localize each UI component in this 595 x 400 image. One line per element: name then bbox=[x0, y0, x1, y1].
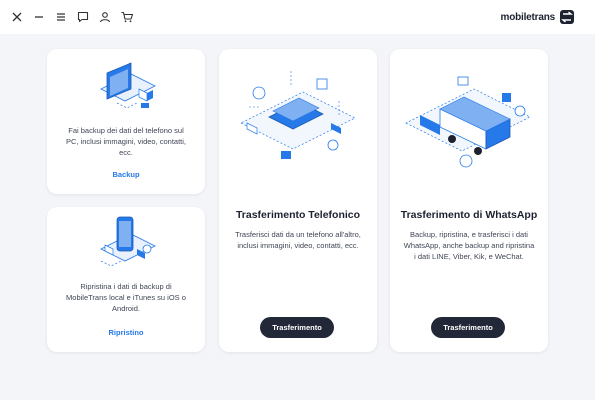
restore-link[interactable]: Ripristino bbox=[47, 328, 205, 337]
feedback-icon bbox=[77, 11, 89, 23]
brand-name: mobiletrans bbox=[500, 11, 556, 23]
close-button[interactable] bbox=[6, 7, 28, 27]
phone-restore-illustration bbox=[100, 216, 156, 267]
menu-icon bbox=[57, 13, 65, 21]
whatsapp-transfer-card[interactable]: Trasferimento di WhatsApp Backup, ripris… bbox=[390, 49, 548, 352]
cart-button[interactable] bbox=[116, 7, 138, 27]
restore-description: Ripristina i dati di backup di MobileTra… bbox=[66, 282, 186, 313]
window-controls bbox=[6, 7, 138, 27]
whatsapp-transfer-title: Trasferimento di WhatsApp bbox=[400, 209, 538, 221]
backup-description: Fai backup dei dati del telefono sul PC,… bbox=[65, 126, 187, 157]
whatsapp-transfer-button[interactable]: Trasferimento bbox=[431, 317, 505, 338]
whatsapp-transfer-description: Backup, ripristina, e trasferisci i dati… bbox=[403, 230, 535, 261]
phone-transfer-button[interactable]: Trasferimento bbox=[260, 317, 334, 338]
minimize-icon bbox=[35, 16, 43, 18]
brand: mobiletrans bbox=[501, 9, 575, 25]
phone-transfer-card[interactable]: Trasferimento Telefonico Trasferisci dat… bbox=[219, 49, 377, 352]
phone-transfer-title: Trasferimento Telefonico bbox=[235, 209, 361, 221]
phone-transfer-description: Trasferisci dati da un telefono all'altr… bbox=[235, 230, 361, 250]
laptop-illustration bbox=[100, 62, 156, 109]
mobiletrans-logo-icon bbox=[560, 10, 574, 24]
account-icon bbox=[99, 12, 111, 23]
backup-card[interactable]: Fai backup dei dati del telefono sul PC,… bbox=[47, 49, 205, 194]
close-icon bbox=[12, 12, 22, 22]
truck-transfer-illustration bbox=[405, 76, 531, 168]
feedback-button[interactable] bbox=[72, 7, 94, 27]
restore-card[interactable]: Ripristina i dati di backup di MobileTra… bbox=[47, 207, 205, 352]
phone-transfer-illustration bbox=[240, 71, 356, 159]
backup-link[interactable]: Backup bbox=[47, 170, 205, 179]
minimize-button[interactable] bbox=[28, 7, 50, 27]
menu-button[interactable] bbox=[50, 7, 72, 27]
account-button[interactable] bbox=[94, 7, 116, 27]
title-bar: mobiletrans bbox=[0, 0, 595, 34]
cart-icon bbox=[121, 11, 134, 23]
